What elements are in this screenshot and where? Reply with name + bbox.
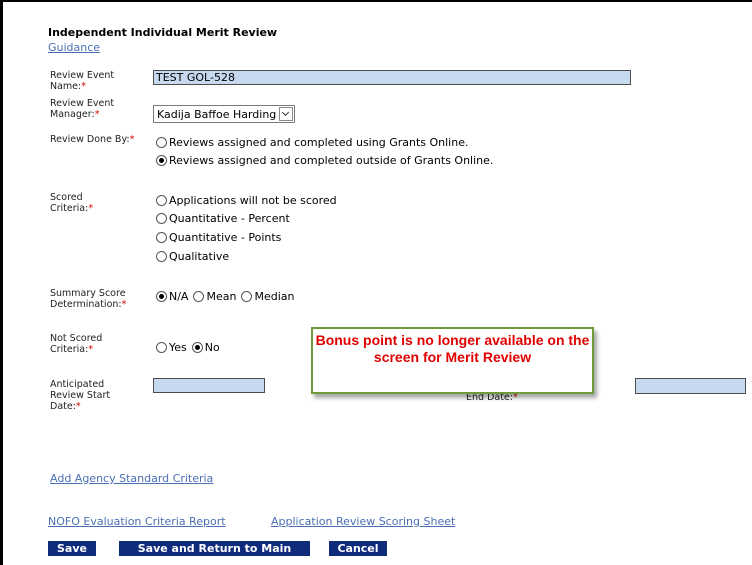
add-agency-standard-criteria-link[interactable]: Add Agency Standard Criteria (50, 472, 213, 485)
not-scored-criteria-label: Not Scored Criteria:* (50, 333, 120, 355)
summary-score-label: Summary Score Determination:* (50, 288, 150, 310)
summary-score-option-mean[interactable]: Mean (193, 290, 236, 303)
radio-button[interactable] (156, 137, 167, 148)
scored-criteria-label: Scored Criteria:* (50, 192, 120, 214)
not-scored-option-no[interactable]: No (191, 341, 220, 354)
radio-button-checked[interactable] (156, 155, 167, 166)
page-title: Independent Individual Merit Review (48, 26, 278, 39)
cancel-button[interactable]: Cancel (329, 541, 387, 556)
scored-criteria-option-points[interactable]: Quantitative - Points (156, 231, 281, 244)
radio-button-checked[interactable] (156, 291, 167, 302)
guidance-link[interactable]: Guidance (48, 41, 100, 54)
required-marker: * (75, 401, 81, 412)
review-done-by-label-text: Review Done By: (50, 134, 130, 145)
radio-label: Reviews assigned and completed outside o… (169, 154, 494, 167)
radio-label: Quantitative - Percent (169, 212, 290, 225)
not-scored-criteria-label-text: Not Scored Criteria: (50, 333, 103, 355)
review-event-manager-select[interactable]: Kadija Baffoe Harding (153, 105, 296, 123)
radio-button[interactable] (241, 291, 253, 302)
summary-score-option-median[interactable]: Median (241, 290, 294, 303)
summary-score-option-na[interactable]: N/A (156, 290, 188, 303)
not-scored-criteria-radio-group: Yes No (156, 341, 225, 354)
required-marker: * (88, 203, 94, 214)
radio-button-checked[interactable] (191, 342, 203, 353)
save-and-return-button[interactable]: Save and Return to Main (119, 541, 310, 556)
radio-button[interactable] (156, 342, 167, 353)
review-done-by-option-outside[interactable]: Reviews assigned and completed outside o… (156, 154, 493, 167)
radio-button[interactable] (193, 291, 205, 302)
anticipated-start-date-label: Anticipated Review Start Date:* (50, 379, 120, 412)
annotation-callout: Bonus point is no longer available on th… (311, 327, 594, 394)
not-scored-option-yes[interactable]: Yes (156, 341, 187, 354)
anticipated-start-date-input[interactable] (153, 378, 265, 393)
radio-label: Applications will not be scored (169, 194, 337, 207)
radio-button[interactable] (156, 232, 167, 243)
required-marker: * (129, 134, 135, 145)
summary-score-radio-group: N/A Mean Median (156, 290, 299, 303)
radio-button[interactable] (156, 251, 167, 262)
radio-label: No (204, 341, 220, 354)
window-top-border (0, 0, 752, 2)
scored-criteria-option-percent[interactable]: Quantitative - Percent (156, 212, 290, 225)
required-marker: * (121, 299, 127, 310)
radio-label: Yes (169, 341, 187, 354)
review-event-manager-label: Review Event Manager:* (50, 98, 138, 120)
scored-criteria-option-qualitative[interactable]: Qualitative (156, 250, 229, 263)
application-review-scoring-sheet-link[interactable]: Application Review Scoring Sheet (271, 515, 455, 528)
scored-criteria-option-not-scored[interactable]: Applications will not be scored (156, 194, 337, 207)
radio-label: Quantitative - Points (169, 231, 282, 244)
radio-label: Median (254, 290, 295, 303)
required-marker: * (88, 344, 94, 355)
review-event-manager-selected: Kadija Baffoe Harding (157, 107, 277, 121)
required-marker: * (94, 109, 100, 120)
review-done-by-option-grants-online[interactable]: Reviews assigned and completed using Gra… (156, 136, 468, 149)
radio-button[interactable] (156, 213, 167, 224)
radio-label: Qualitative (169, 250, 230, 263)
radio-label: N/A (169, 290, 189, 303)
chevron-down-icon[interactable] (279, 107, 294, 121)
summary-score-label-text: Summary Score Determination: (50, 288, 126, 310)
radio-label: Mean (206, 290, 237, 303)
review-event-name-label: Review Event Name:* (50, 70, 138, 92)
required-marker: * (81, 81, 86, 92)
review-event-manager-label-text: Review Event Manager: (50, 98, 115, 120)
radio-button[interactable] (156, 195, 167, 206)
review-event-name-input[interactable] (153, 70, 631, 85)
nofo-evaluation-criteria-report-link[interactable]: NOFO Evaluation Criteria Report (48, 515, 226, 528)
end-date-input[interactable] (635, 378, 746, 394)
radio-label: Reviews assigned and completed using Gra… (169, 136, 469, 149)
scored-criteria-label-text: Scored Criteria: (50, 192, 89, 214)
window-left-border (0, 0, 3, 565)
save-button[interactable]: Save (48, 541, 96, 556)
review-done-by-label: Review Done By:* (50, 134, 138, 145)
